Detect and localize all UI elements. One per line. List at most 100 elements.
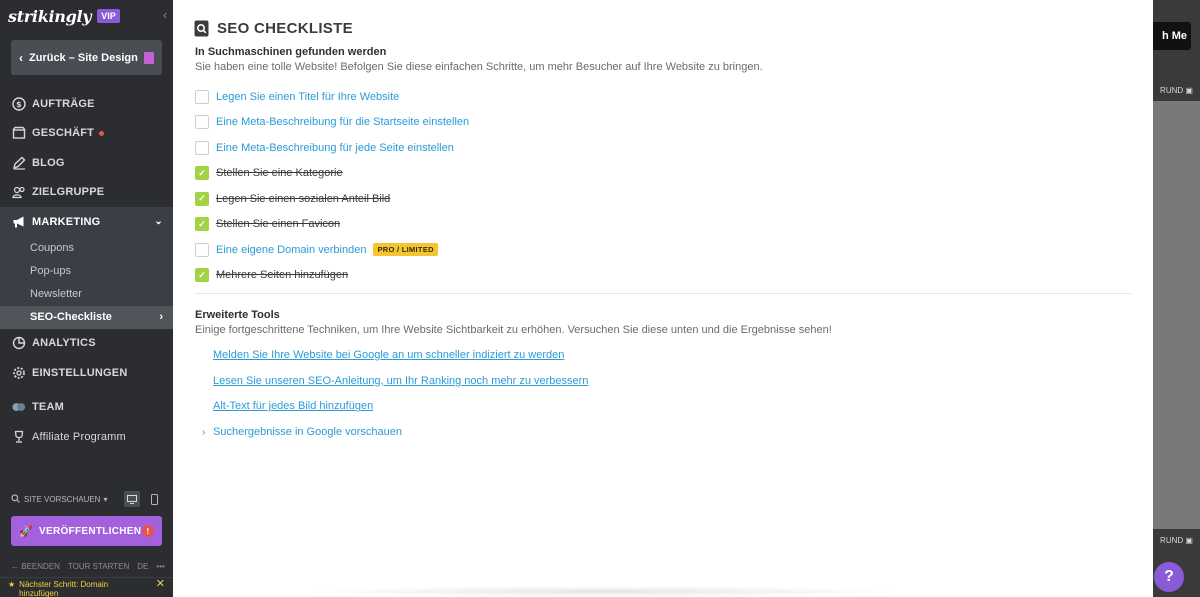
- background-label[interactable]: RUND ▣: [1153, 86, 1200, 95]
- seo-guide-link[interactable]: Lesen Sie unseren SEO-Anleitung, um Ihr …: [213, 375, 588, 387]
- checklist-item-link[interactable]: Eine eigene Domain verbinden: [216, 244, 366, 256]
- sidebar-subitem-coupons[interactable]: Coupons: [0, 236, 173, 260]
- page-title-text: SEO CHECKLISTE: [217, 20, 353, 37]
- brand[interactable]: strikingly VIP: [8, 6, 120, 26]
- site-preview-toggle[interactable]: SITE VORSCHAUEN: [24, 495, 100, 504]
- background-label-text: RUND: [1160, 536, 1184, 545]
- section-heading-search-engines: In Suchmaschinen gefunden werden: [195, 46, 387, 58]
- seo-checklist-panel: SEO CHECKLISTE In Suchmaschinen gefunden…: [173, 0, 1153, 597]
- sidebar-subitem-popups[interactable]: Pop-ups: [0, 259, 173, 283]
- warning-icon: !: [142, 525, 154, 537]
- sidebar-item-audience[interactable]: ZIELGRUPPE: [0, 178, 173, 208]
- dollar-icon: $: [12, 97, 26, 111]
- sidebar-item-analytics[interactable]: ANALYTICS: [0, 329, 173, 359]
- google-preview-expander[interactable]: › Suchergebnisse in Google vorschauen: [202, 419, 913, 445]
- image-icon: ▣: [1185, 86, 1193, 95]
- google-submit-link[interactable]: Melden Sie Ihre Website bei Google an um…: [213, 349, 564, 361]
- alt-text-link[interactable]: Alt-Text für jedes Bild hinzufügen: [213, 400, 373, 412]
- sidebar-item-settings[interactable]: EINSTELLUNGEN: [0, 358, 173, 388]
- sidebar-subitem-seo-checklist[interactable]: SEO-Checkliste ›: [0, 305, 173, 329]
- desktop-icon[interactable]: [124, 491, 140, 507]
- sidebar-item-team[interactable]: TEAM: [0, 393, 173, 423]
- sidebar-item-label: GESCHÄFT: [32, 127, 95, 140]
- back-to-site-design-button[interactable]: ‹ Zurück – Site Design: [11, 40, 162, 75]
- sidebar-item-label: ZIELGRUPPE: [32, 186, 105, 199]
- collapse-icon[interactable]: ‹: [163, 8, 167, 22]
- checklist-item[interactable]: ✓ Mehrere Seiten hinzufügen: [195, 263, 795, 289]
- rocket-icon: 🚀: [19, 525, 33, 538]
- sidebar-subitem-label: Newsletter: [30, 288, 82, 300]
- sidebar-item-affiliate[interactable]: Affiliate Programm: [0, 422, 173, 452]
- sidebar-item-store[interactable]: GESCHÄFT: [0, 119, 173, 149]
- sidebar-item-blog[interactable]: BLOG: [0, 148, 173, 178]
- arrow-left-icon: ←: [11, 562, 22, 571]
- list-item: Melden Sie Ihre Website bei Google an um…: [213, 342, 913, 368]
- sidebar-item-marketing[interactable]: MARKETING ⌄: [0, 207, 173, 237]
- sidebar-item-label: Affiliate Programm: [32, 430, 126, 443]
- checkmark-icon[interactable]: ✓: [195, 268, 209, 283]
- language-selector[interactable]: DE: [137, 562, 148, 571]
- checkbox[interactable]: [195, 89, 209, 104]
- checkbox[interactable]: [195, 242, 209, 257]
- device-switcher: [124, 491, 162, 507]
- brand-logo: strikingly: [8, 6, 92, 26]
- checklist-item-label: Stellen Sie eine Kategorie: [216, 167, 343, 180]
- checklist-item[interactable]: Legen Sie einen Titel für Ihre Website: [195, 84, 795, 110]
- sidebar-item-orders[interactable]: $ AUFTRÄGE: [0, 89, 173, 119]
- sidebar-nav: $ AUFTRÄGE GESCHÄFT BLOG ZIELGRUPPE MARK…: [0, 89, 173, 452]
- checklist-item-link[interactable]: Eine Meta-Beschreibung für die Startseit…: [216, 116, 469, 128]
- publish-button[interactable]: 🚀 VERÖFFENTLICHEN !: [11, 516, 162, 546]
- seo-checklist: Legen Sie einen Titel für Ihre Website E…: [195, 84, 795, 288]
- checkbox[interactable]: [195, 140, 209, 155]
- editor-background: h Me RUND ▣ RUND ▣ ?: [1153, 0, 1200, 597]
- sidebar: strikingly VIP ‹ ‹ Zurück – Site Design …: [0, 0, 173, 597]
- checkmark-icon[interactable]: ✓: [195, 217, 209, 232]
- section-heading-advanced-tools: Erweiterte Tools: [195, 309, 280, 321]
- sidebar-subitem-newsletter[interactable]: Newsletter: [0, 282, 173, 306]
- checklist-item[interactable]: Eine eigene Domain verbinden PRO / LIMIT…: [195, 237, 795, 263]
- close-icon[interactable]: ✕: [156, 579, 165, 590]
- checklist-item[interactable]: ✓ Stellen Sie eine Kategorie: [195, 161, 795, 187]
- start-tour-link[interactable]: TOUR STARTEN: [68, 562, 129, 571]
- background-label[interactable]: RUND ▣: [1153, 536, 1200, 545]
- expander-label: Suchergebnisse in Google vorschauen: [213, 426, 402, 439]
- checklist-item-link[interactable]: Eine Meta-Beschreibung für jede Seite ei…: [216, 142, 454, 154]
- checklist-item[interactable]: ✓ Stellen Sie einen Favicon: [195, 212, 795, 238]
- image-icon: ▣: [1185, 536, 1193, 545]
- editor-image-section: [1153, 101, 1200, 529]
- next-step-banner[interactable]: ★ Nächster Schritt: Domain hinzufügen ✕: [0, 577, 173, 597]
- pie-chart-icon: [12, 336, 26, 350]
- sidebar-footer: ← BEENDEN TOUR STARTEN DE •••: [11, 562, 166, 571]
- users-icon: [12, 185, 26, 199]
- checkmark-icon[interactable]: ✓: [195, 166, 209, 181]
- sidebar-item-label: ANALYTICS: [32, 337, 96, 350]
- background-label-text: RUND: [1160, 86, 1184, 95]
- checklist-item-link[interactable]: Legen Sie einen Titel für Ihre Website: [216, 91, 399, 103]
- sidebar-subitem-label: Pop-ups: [30, 265, 71, 277]
- checkmark-icon[interactable]: ✓: [195, 191, 209, 206]
- sidebar-item-label: MARKETING: [32, 215, 101, 228]
- checklist-item-label: Stellen Sie einen Favicon: [216, 218, 341, 231]
- checklist-item[interactable]: Eine Meta-Beschreibung für die Startseit…: [195, 110, 795, 136]
- page-icon: [144, 51, 154, 64]
- exit-button[interactable]: ← BEENDEN: [11, 562, 60, 571]
- list-item: Alt-Text für jedes Bild hinzufügen: [213, 394, 913, 420]
- checklist-item[interactable]: ✓ Legen Sie einen sozialen Anteil Bild: [195, 186, 795, 212]
- checkbox[interactable]: [195, 115, 209, 130]
- vip-badge: VIP: [97, 9, 120, 23]
- chevron-right-icon: ›: [159, 311, 163, 323]
- sidebar-item-label: BLOG: [32, 156, 65, 169]
- exit-label: BEENDEN: [21, 562, 60, 571]
- checklist-item[interactable]: Eine Meta-Beschreibung für jede Seite ei…: [195, 135, 795, 161]
- more-icon[interactable]: •••: [156, 562, 164, 571]
- mobile-icon[interactable]: [146, 491, 162, 507]
- search-icon: [11, 493, 20, 505]
- help-button[interactable]: ?: [1154, 562, 1184, 592]
- trophy-icon: [12, 430, 26, 444]
- editor-section-button[interactable]: h Me: [1153, 22, 1191, 50]
- divider: [195, 293, 1131, 294]
- megaphone-icon: [12, 215, 26, 229]
- caret-down-icon: ▾: [103, 494, 108, 504]
- page-title: SEO CHECKLISTE: [194, 20, 353, 37]
- sidebar-subitem-label: Coupons: [30, 242, 75, 254]
